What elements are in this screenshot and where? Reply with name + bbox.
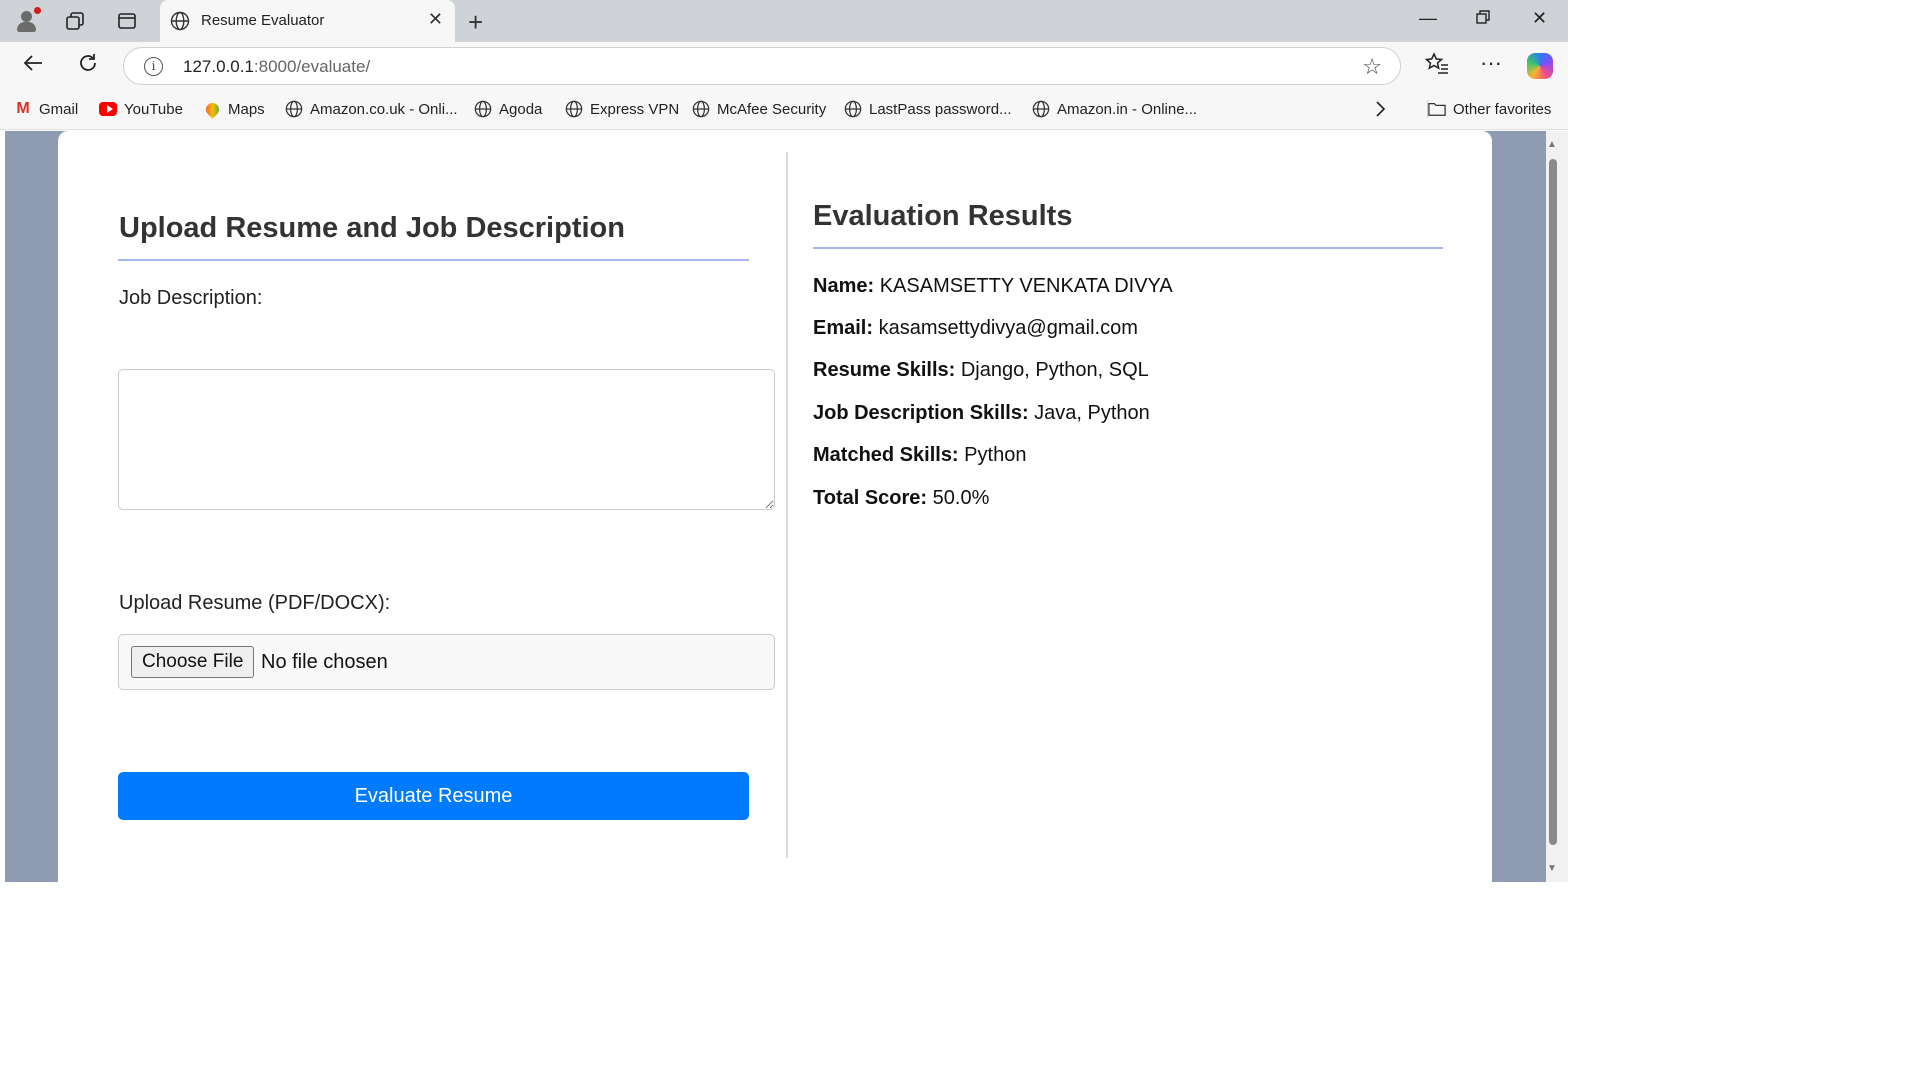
- folder-icon: [1428, 100, 1446, 118]
- bookmark-agoda[interactable]: Agoda: [474, 100, 542, 118]
- copilot-icon[interactable]: [1527, 53, 1553, 79]
- close-window-icon[interactable]: ✕: [1532, 8, 1547, 29]
- result-job-description-skills: Job Description Skills: Java, Python: [813, 402, 1150, 424]
- scroll-up-icon[interactable]: ▲: [1547, 139, 1557, 150]
- maps-pin-icon: [202, 99, 222, 119]
- minimize-icon[interactable]: —: [1419, 8, 1437, 29]
- result-matched-skills: Matched Skills: Python: [813, 444, 1027, 466]
- bookmark-lastpass[interactable]: LastPass password...: [844, 100, 1012, 118]
- navigation-bar: i 127.0.0.1:8000/evaluate/ ☆ ···: [0, 42, 1568, 90]
- evaluate-resume-button[interactable]: Evaluate Resume: [118, 772, 749, 820]
- result-total-score: Total Score: 50.0%: [813, 487, 990, 509]
- other-favorites[interactable]: Other favorites: [1427, 100, 1551, 118]
- back-arrow-icon[interactable]: [22, 52, 44, 80]
- bookmark-express-vpn[interactable]: Express VPN: [565, 100, 679, 118]
- result-email: Email: kasamsettydivya@gmail.com: [813, 317, 1138, 339]
- bookmark-mcafee[interactable]: McAfee Security: [692, 100, 826, 118]
- job-description-textarea[interactable]: [118, 369, 775, 510]
- refresh-icon[interactable]: [77, 52, 99, 80]
- resume-file-input[interactable]: Choose File No file chosen: [118, 634, 775, 690]
- choose-file-button[interactable]: Choose File: [131, 646, 255, 678]
- globe-icon: [285, 100, 303, 118]
- gmail-icon: M: [16, 100, 30, 117]
- bookmark-maps[interactable]: Maps: [202, 99, 265, 119]
- globe-icon: [170, 11, 190, 36]
- tab-title: Resume Evaluator: [201, 12, 325, 29]
- scroll-down-icon[interactable]: ▼: [1547, 863, 1557, 874]
- more-options-icon[interactable]: ···: [1480, 50, 1502, 76]
- file-status-text: No file chosen: [261, 651, 388, 673]
- globe-icon: [565, 100, 583, 118]
- tab-resume-evaluator[interactable]: Resume Evaluator ✕: [160, 0, 455, 42]
- globe-icon: [692, 100, 710, 118]
- form-heading-underline: [118, 259, 749, 261]
- globe-icon: [844, 100, 862, 118]
- bookmark-amazon-in[interactable]: Amazon.in - Online...: [1032, 100, 1197, 118]
- result-resume-skills: Resume Skills: Django, Python, SQL: [813, 359, 1149, 381]
- vertical-tabs-icon[interactable]: [114, 8, 140, 34]
- column-divider: [786, 152, 788, 858]
- address-bar[interactable]: i 127.0.0.1:8000/evaluate/ ☆: [123, 47, 1401, 85]
- globe-icon: [1032, 100, 1050, 118]
- result-name: Name: KASAMSETTY VENKATA DIVYA: [813, 275, 1173, 297]
- job-description-label: Job Description:: [119, 287, 263, 309]
- globe-icon: [474, 100, 492, 118]
- scrollbar-thumb[interactable]: [1549, 159, 1557, 845]
- favorites-icon[interactable]: [1424, 52, 1449, 80]
- results-heading-underline: [813, 247, 1443, 249]
- upload-resume-label: Upload Resume (PDF/DOCX):: [119, 592, 391, 614]
- new-tab-button[interactable]: +: [468, 7, 483, 38]
- youtube-icon: [99, 102, 117, 116]
- bookmark-youtube[interactable]: YouTube: [99, 100, 183, 118]
- favorite-star-icon[interactable]: ☆: [1362, 54, 1382, 80]
- url-text: 127.0.0.1:8000/evaluate/: [183, 57, 371, 76]
- bookmark-amazon-uk[interactable]: Amazon.co.uk - Onli...: [285, 100, 458, 118]
- bookmarks-bar: M Gmail YouTube Maps Amazon.co.uk - Onli.…: [0, 90, 1568, 130]
- form-heading: Upload Resume and Job Description: [119, 212, 625, 244]
- restore-icon[interactable]: [1476, 8, 1490, 29]
- scrollbar[interactable]: ▲ ▼: [1546, 131, 1568, 882]
- chevron-right-icon[interactable]: [1374, 100, 1386, 118]
- close-tab-icon[interactable]: ✕: [428, 9, 443, 30]
- tab-bar: Resume Evaluator ✕ + — ✕: [0, 0, 1568, 42]
- profile-icon[interactable]: [14, 7, 41, 34]
- site-info-icon[interactable]: i: [144, 57, 163, 76]
- bookmark-gmail[interactable]: M Gmail: [14, 100, 78, 118]
- workspaces-icon[interactable]: [62, 8, 88, 34]
- results-heading: Evaluation Results: [813, 200, 1073, 232]
